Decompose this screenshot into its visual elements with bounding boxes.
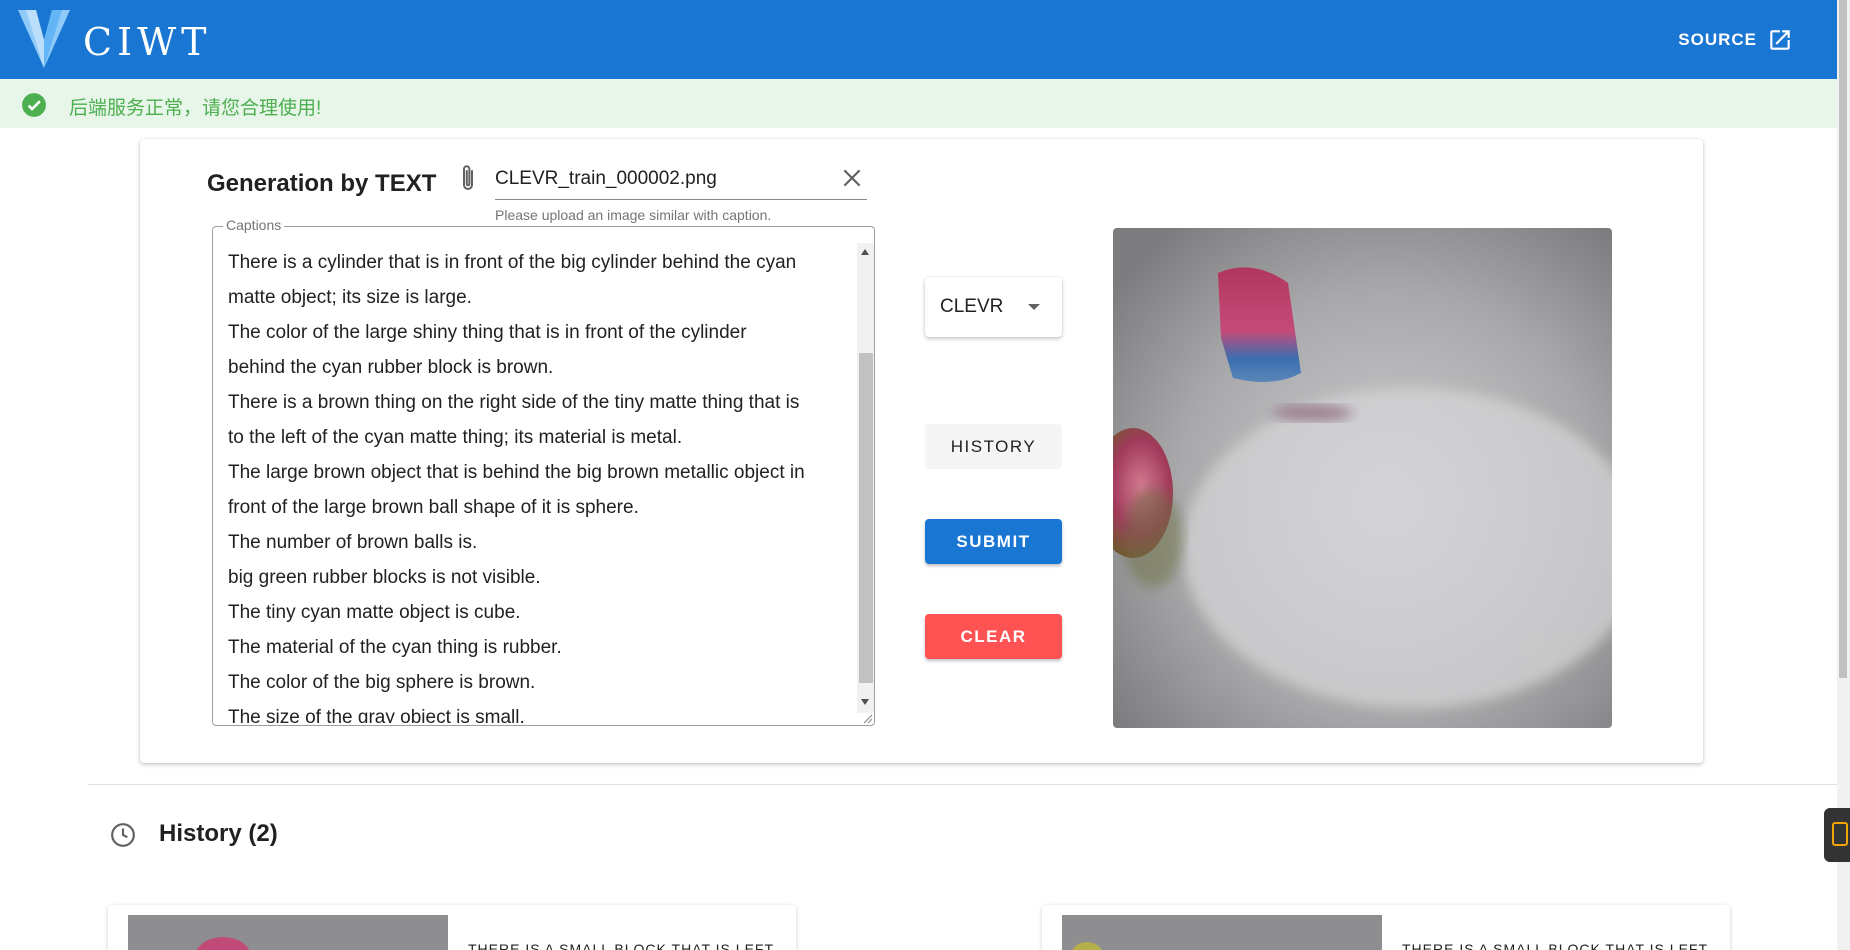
history-button[interactable]: HISTORY (925, 424, 1062, 469)
history-card[interactable]: THERE IS A SMALL BLOCK THAT IS LEFT (108, 905, 796, 950)
submit-button[interactable]: SUBMIT (925, 519, 1062, 564)
clock-icon (111, 823, 135, 847)
generation-title: Generation by TEXT (207, 170, 437, 197)
clear-button-label: CLEAR (960, 626, 1027, 646)
scroll-down-arrow-icon[interactable] (861, 699, 869, 705)
alert-message: 后端服务正常，请您合理使用! (69, 98, 322, 119)
section-divider (88, 784, 1837, 785)
caption-line: big green rubber blocks is not visible. (228, 567, 541, 588)
resize-handle-icon[interactable] (861, 712, 873, 724)
caption-line: front of the large brown ball shape of i… (228, 497, 639, 518)
history-thumbnail (1062, 915, 1382, 950)
check-circle-icon (22, 93, 46, 117)
file-hint: Please upload an image similar with capt… (495, 207, 772, 223)
paperclip-icon[interactable] (457, 163, 479, 195)
caption-line: to the left of the cyan matte thing; its… (228, 427, 683, 448)
captions-label: Captions (223, 217, 285, 233)
caption-line: The color of the big sphere is brown. (228, 672, 536, 693)
side-widget-button[interactable] (1824, 808, 1850, 862)
textarea-scrollbar[interactable] (857, 243, 874, 713)
caption-line: The large brown object that is behind th… (228, 462, 805, 483)
captions-textarea[interactable]: Captions There is a cylinder that is in … (212, 217, 875, 726)
source-button-label: SOURCE (1678, 30, 1757, 49)
caption-line: There is a brown thing on the right side… (228, 392, 800, 413)
file-name: CLEVR_train_000002.png (495, 168, 717, 189)
textarea-scroll-thumb[interactable] (859, 353, 873, 683)
close-icon[interactable] (839, 165, 865, 191)
submit-button-label: SUBMIT (956, 531, 1031, 551)
file-upload-field[interactable]: CLEVR_train_000002.png (495, 162, 867, 200)
history-title: History (2) (159, 820, 278, 847)
caption-line: The material of the cyan thing is rubber… (228, 637, 562, 658)
brand-name: CIWT (83, 20, 212, 64)
caption-line: matte object; its size is large. (228, 287, 472, 308)
caption-line: The size of the gray object is small. (228, 707, 525, 723)
dataset-select-value: CLEVR (940, 296, 1004, 317)
history-card[interactable]: THERE IS A SMALL BLOCK THAT IS LEFT (1042, 905, 1730, 950)
app-bar: CIWT SOURCE (0, 0, 1837, 79)
dataset-select[interactable]: CLEVR (925, 277, 1062, 337)
logo-icon (18, 10, 70, 68)
clear-button[interactable]: CLEAR (925, 614, 1062, 659)
status-alert: 后端服务正常，请您合理使用! (0, 79, 1837, 128)
scroll-up-arrow-icon[interactable] (861, 249, 869, 255)
history-thumbnail (128, 915, 448, 950)
generated-image (1113, 228, 1612, 728)
captions-content[interactable]: There is a cylinder that is in front of … (228, 245, 848, 723)
history-caption: THERE IS A SMALL BLOCK THAT IS LEFT (468, 941, 775, 950)
history-button-label: HISTORY (950, 436, 1037, 456)
caption-line: behind the cyan rubber block is brown. (228, 357, 554, 378)
chevron-down-icon (1028, 304, 1040, 310)
open-in-new-icon (1770, 30, 1790, 50)
page-scroll-thumb[interactable] (1839, 0, 1847, 678)
cup-icon (1832, 822, 1848, 846)
caption-line: The number of brown balls is. (228, 532, 478, 553)
caption-line: The tiny cyan matte object is cube. (228, 602, 521, 623)
history-caption: THERE IS A SMALL BLOCK THAT IS LEFT (1402, 941, 1709, 950)
caption-line: The color of the large shiny thing that … (228, 322, 747, 343)
source-button[interactable]: SOURCE (1678, 22, 1793, 58)
caption-line: There is a cylinder that is in front of … (228, 252, 797, 273)
